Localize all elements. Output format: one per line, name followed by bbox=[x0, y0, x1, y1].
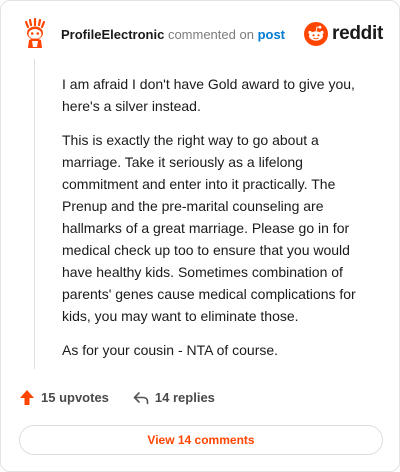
comment-byline: ProfileElectronic commented on post bbox=[61, 27, 285, 42]
comment-header: ProfileElectronic commented on post redd… bbox=[19, 17, 383, 51]
post-link[interactable]: post bbox=[258, 27, 285, 42]
comment-body: I am afraid I don't have Gold award to g… bbox=[62, 73, 367, 373]
comment-card: ProfileElectronic commented on post redd… bbox=[0, 0, 400, 472]
comment-paragraph: This is exactly the right way to go abou… bbox=[62, 132, 356, 324]
thread-line bbox=[34, 59, 35, 369]
username-link[interactable]: ProfileElectronic bbox=[61, 27, 164, 42]
comment-paragraph: As for your cousin - NTA of course. bbox=[62, 342, 279, 358]
comment-paragraph: I am afraid I don't have Gold award to g… bbox=[62, 76, 355, 114]
upvote-count: 15 upvotes bbox=[41, 390, 109, 405]
commented-on-text: commented on bbox=[167, 26, 254, 42]
reply-button[interactable]: 14 replies bbox=[133, 390, 215, 405]
comment-actions: 15 upvotes 14 replies bbox=[19, 389, 239, 406]
upvote-arrow-icon bbox=[20, 390, 34, 405]
view-comments-button[interactable]: View 14 comments bbox=[19, 425, 383, 455]
reddit-logo-icon bbox=[304, 22, 329, 46]
reddit-brand[interactable]: reddit bbox=[304, 22, 383, 46]
reddit-wordmark: reddit bbox=[332, 23, 383, 44]
upvote-button[interactable]: 15 upvotes bbox=[19, 389, 109, 406]
reply-count: 14 replies bbox=[154, 390, 215, 405]
reply-arrow-icon bbox=[133, 391, 149, 404]
snoo-avatar-icon[interactable] bbox=[19, 18, 51, 50]
